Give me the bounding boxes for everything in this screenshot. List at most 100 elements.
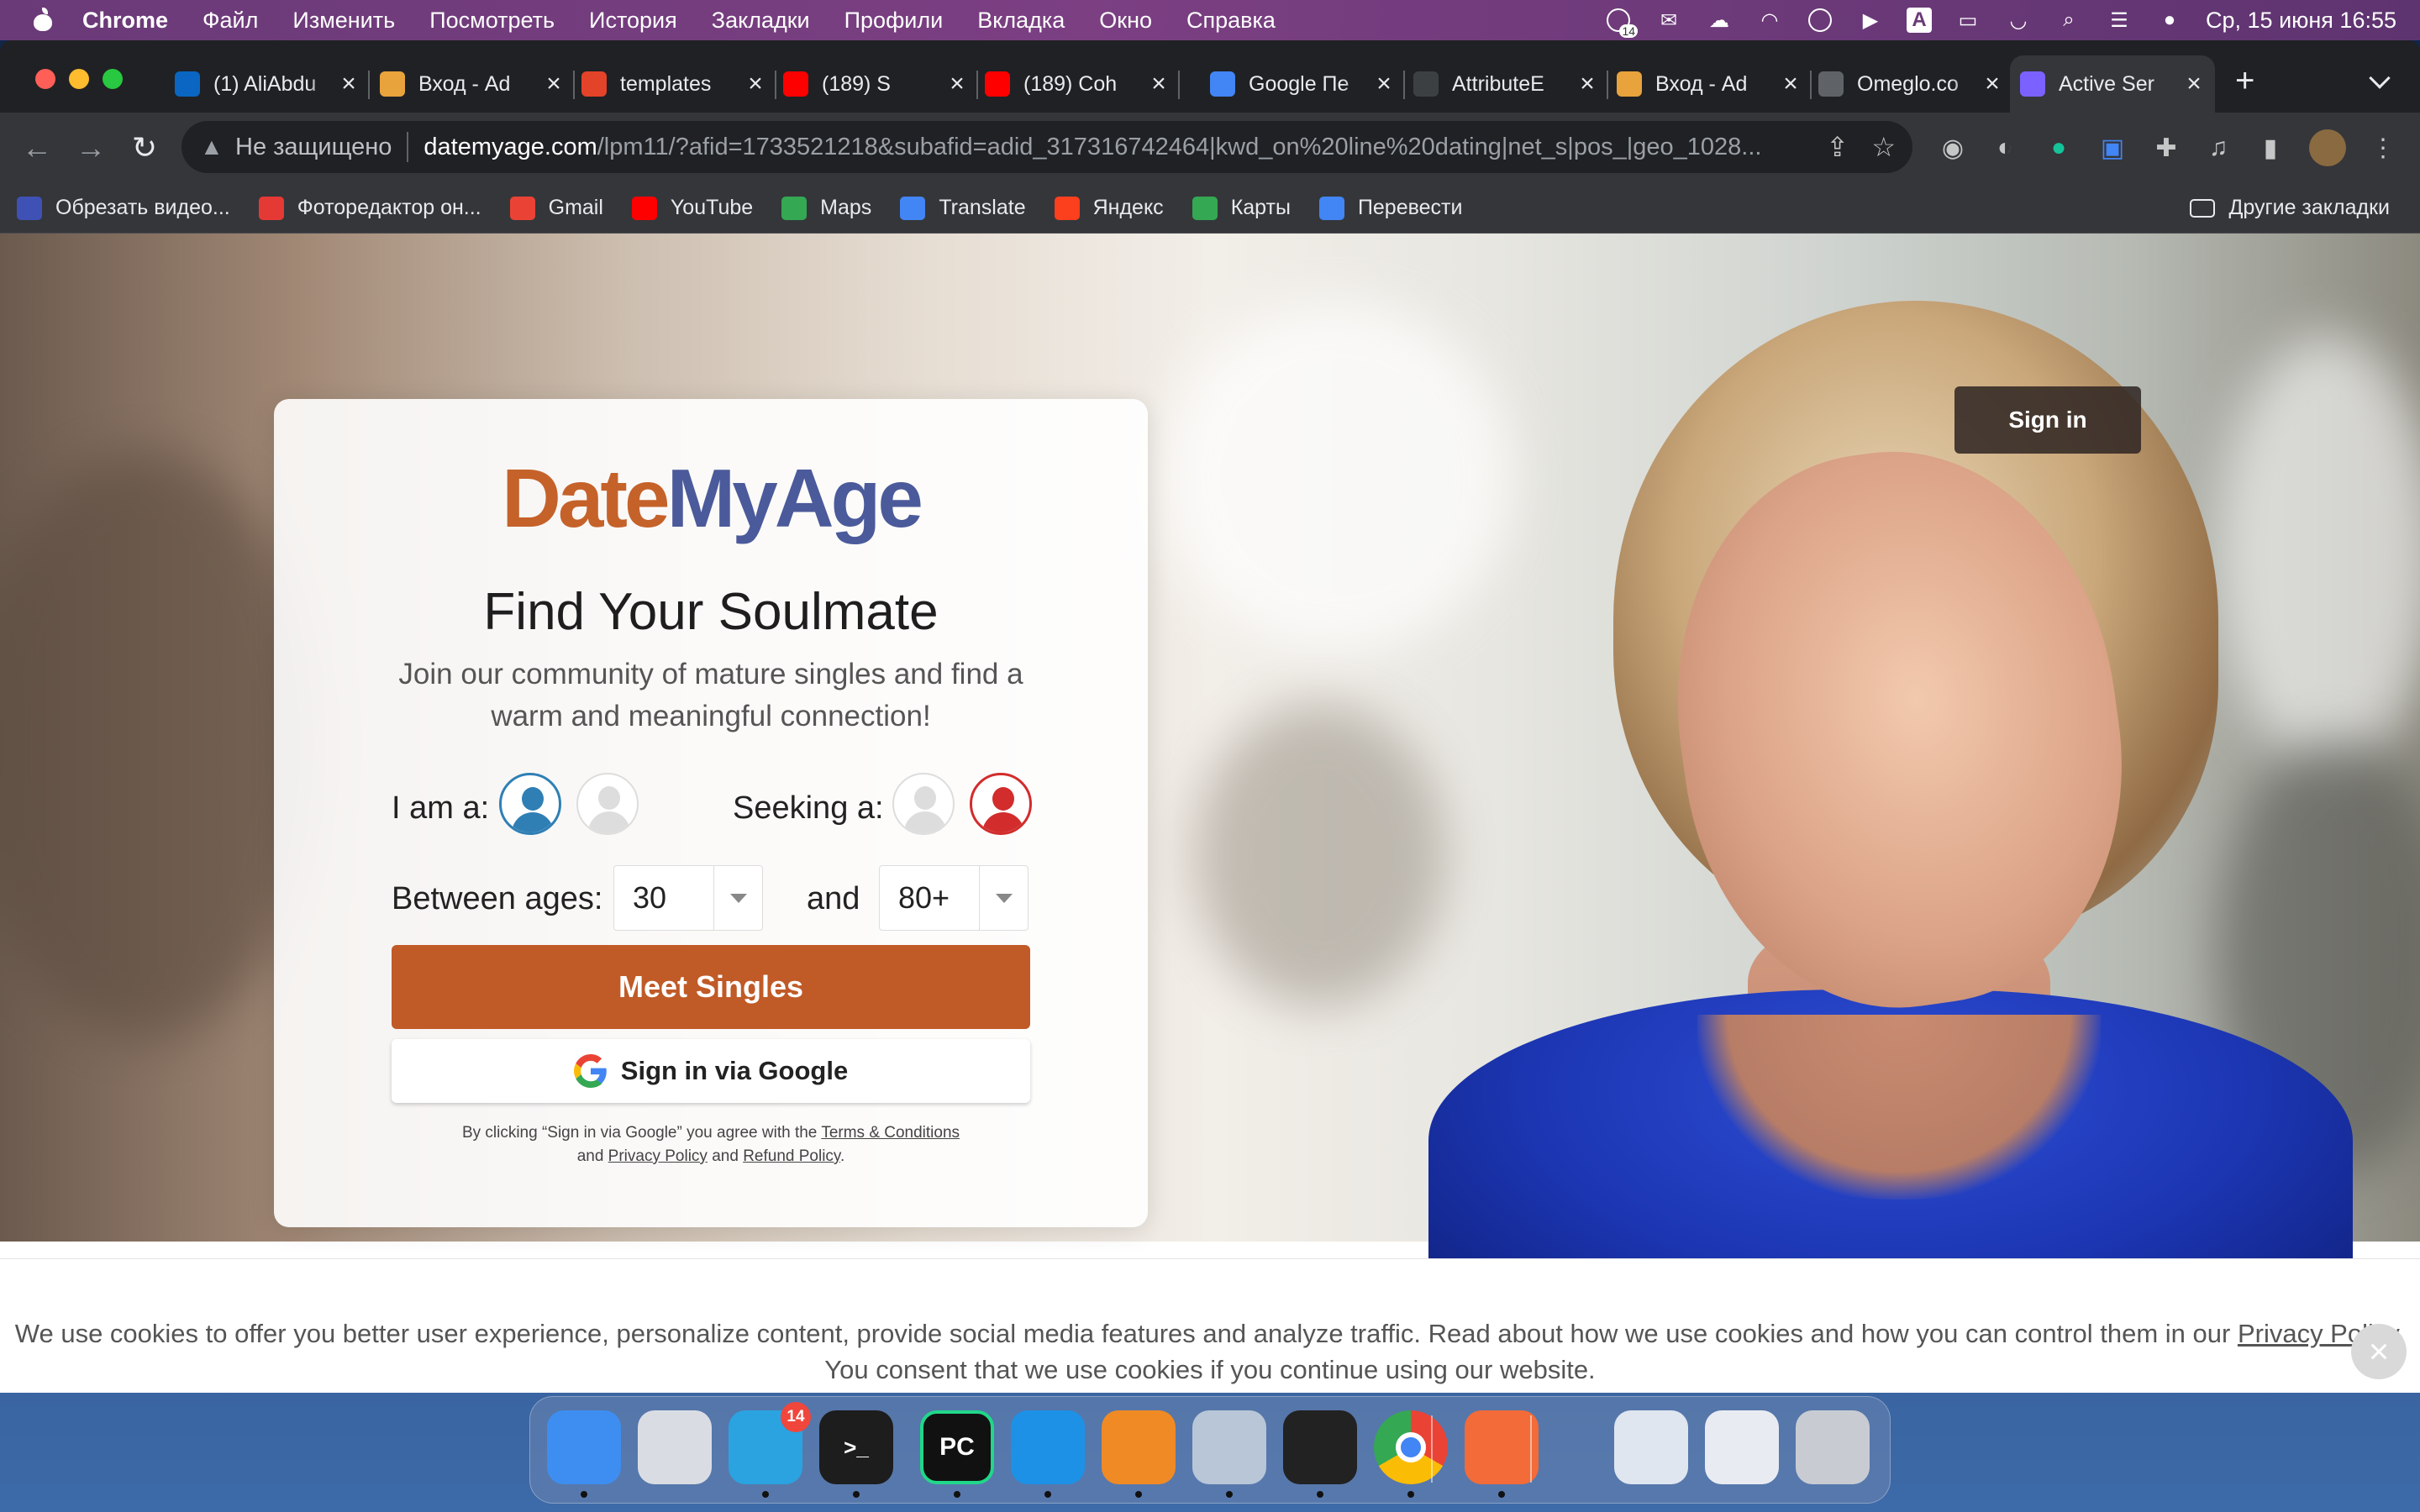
screenshot-window-icon[interactable] bbox=[1614, 1410, 1688, 1484]
tab-4[interactable]: (189) S × bbox=[773, 55, 978, 113]
menu-item-history[interactable]: История bbox=[589, 8, 677, 34]
female-selected-icon[interactable] bbox=[970, 773, 1032, 835]
new-tab-icon[interactable]: + bbox=[2235, 64, 2254, 97]
bookmark-item[interactable]: Яндекс bbox=[1054, 196, 1164, 220]
tab-9[interactable]: Omeglo.co × bbox=[1808, 55, 2013, 113]
tab-3[interactable]: templates × bbox=[571, 55, 776, 113]
siri-icon[interactable]: ● bbox=[2155, 8, 2184, 33]
tab-7[interactable]: AttributeE × bbox=[1403, 55, 1608, 113]
back-icon[interactable]: ← bbox=[13, 124, 60, 171]
vpn-status-icon[interactable] bbox=[1806, 8, 1834, 33]
bookmark-item[interactable]: Обрезать видео... bbox=[17, 196, 230, 220]
female-option-icon[interactable] bbox=[576, 773, 639, 835]
bookmark-item[interactable]: Перевести bbox=[1318, 196, 1462, 220]
close-tab-icon[interactable]: × bbox=[1148, 70, 1170, 98]
play-status-icon[interactable]: ▶ bbox=[1856, 8, 1885, 33]
cookie-close-icon[interactable]: × bbox=[2351, 1324, 2407, 1379]
side-panel-icon[interactable]: ▮ bbox=[2252, 129, 2289, 166]
bookmark-star-icon[interactable]: ☆ bbox=[1871, 133, 1896, 161]
menu-item-help[interactable]: Справка bbox=[1186, 8, 1276, 34]
close-tab-icon[interactable]: × bbox=[2183, 70, 2205, 98]
screenshot-extension-icon[interactable]: ◉ bbox=[1934, 129, 1971, 166]
translate-extension-icon[interactable]: ▣ bbox=[2094, 129, 2131, 166]
keyboard-layout-icon[interactable]: A bbox=[1907, 8, 1933, 33]
bookmark-item[interactable]: Maps bbox=[781, 196, 871, 220]
close-tab-icon[interactable]: × bbox=[338, 70, 360, 98]
security-status[interactable]: Не защищено bbox=[235, 134, 392, 161]
trash-icon[interactable] bbox=[1796, 1410, 1870, 1484]
close-tab-icon[interactable]: × bbox=[1373, 70, 1395, 98]
tab-5[interactable]: (189) Coh × bbox=[975, 55, 1180, 113]
apple-icon[interactable] bbox=[34, 8, 52, 31]
menu-item-tab[interactable]: Вкладка bbox=[977, 8, 1065, 34]
menu-item-profiles[interactable]: Профили bbox=[844, 8, 944, 34]
close-tab-icon[interactable]: × bbox=[1576, 70, 1598, 98]
share-icon[interactable]: ⇪ bbox=[1826, 133, 1849, 161]
pycharm-icon[interactable]: PC bbox=[920, 1410, 994, 1484]
bookmark-item[interactable]: Фоторедактор он... bbox=[258, 196, 481, 220]
minimize-window-icon[interactable] bbox=[69, 69, 89, 89]
menu-app-name[interactable]: Chrome bbox=[82, 8, 168, 34]
control-center-icon[interactable]: ☰ bbox=[2105, 8, 2133, 33]
close-window-icon[interactable] bbox=[35, 69, 55, 89]
menubar-clock[interactable]: Ср, 15 июня 16:55 bbox=[2206, 8, 2396, 34]
refund-link[interactable]: Refund Policy bbox=[743, 1147, 840, 1165]
launchpad-icon[interactable] bbox=[638, 1410, 712, 1484]
privacy-link[interactable]: Privacy Policy bbox=[608, 1147, 708, 1165]
menu-item-view[interactable]: Посмотреть bbox=[429, 8, 555, 34]
spotlight-search-icon[interactable]: ⌕ bbox=[2054, 8, 2083, 33]
close-tab-icon[interactable]: × bbox=[946, 70, 968, 98]
menu-item-window[interactable]: Окно bbox=[1099, 8, 1152, 34]
weather-icon[interactable]: ☁ bbox=[1705, 8, 1733, 33]
battery-icon[interactable]: ▭ bbox=[1954, 8, 1982, 33]
menu-item-edit[interactable]: Изменить bbox=[292, 8, 395, 34]
media-controls-icon[interactable]: ♫ bbox=[2200, 129, 2237, 166]
age-from-select[interactable]: 30 bbox=[613, 865, 763, 931]
meet-singles-button[interactable]: Meet Singles bbox=[392, 945, 1030, 1029]
mail-status-icon[interactable]: ✉ bbox=[1655, 8, 1683, 33]
tab-1[interactable]: (1) AliAbdu × bbox=[165, 55, 370, 113]
age-to-select[interactable]: 80+ bbox=[879, 865, 1028, 931]
tab-10[interactable]: Active Ser × bbox=[2010, 55, 2215, 113]
close-tab-icon[interactable]: × bbox=[543, 70, 565, 98]
close-tab-icon[interactable]: × bbox=[1780, 70, 1802, 98]
headphones-icon[interactable]: ◠ bbox=[1755, 8, 1784, 33]
finder-icon[interactable] bbox=[547, 1410, 621, 1484]
document-window-icon[interactable] bbox=[1705, 1410, 1779, 1484]
close-tab-icon[interactable]: × bbox=[744, 70, 766, 98]
sketch-icon[interactable] bbox=[1465, 1410, 1539, 1484]
extensions-puzzle-icon[interactable]: ✚ bbox=[2148, 129, 2185, 166]
datemyage-logo[interactable]: DateMyAge bbox=[274, 451, 1148, 546]
wifi-icon[interactable]: ◡ bbox=[2004, 8, 2033, 33]
google-signin-button[interactable]: Sign in via Google bbox=[392, 1039, 1030, 1103]
reload-icon[interactable]: ↻ bbox=[121, 124, 168, 171]
activity-monitor-icon[interactable] bbox=[1283, 1410, 1357, 1484]
vpn-icon[interactable] bbox=[1102, 1410, 1176, 1484]
tab-2[interactable]: Вход - Ad × bbox=[370, 55, 575, 113]
postgres-icon[interactable] bbox=[1192, 1410, 1266, 1484]
bookmark-item[interactable]: Translate bbox=[900, 196, 1026, 220]
grammarly-icon[interactable]: ● bbox=[2040, 129, 2077, 166]
tab-8[interactable]: Вход - Ad × bbox=[1607, 55, 1812, 113]
bookmark-item[interactable]: Карты bbox=[1192, 196, 1291, 220]
forward-icon[interactable]: → bbox=[67, 124, 114, 171]
browser-menu-icon[interactable]: ⋮ bbox=[2365, 129, 2402, 166]
chrome-icon[interactable] bbox=[1374, 1410, 1448, 1484]
docker-icon[interactable] bbox=[1011, 1410, 1085, 1484]
other-bookmarks[interactable]: Другие закладки bbox=[2190, 196, 2390, 220]
sign-in-button[interactable]: Sign in bbox=[1954, 386, 2141, 454]
tab-6[interactable]: Google Пе × bbox=[1200, 55, 1405, 113]
male-option-icon[interactable] bbox=[892, 773, 955, 835]
address-bar[interactable]: ▲ Не защищено datemyage.com /lpm11/?afid… bbox=[182, 121, 1912, 173]
bookmark-item[interactable]: YouTube bbox=[631, 196, 753, 220]
male-selected-icon[interactable] bbox=[499, 773, 561, 835]
bookmark-item[interactable]: Gmail bbox=[509, 196, 603, 220]
zoom-window-icon[interactable] bbox=[103, 69, 123, 89]
warning-icon[interactable]: ▲ bbox=[200, 134, 229, 160]
telegram-status-icon[interactable]: 14 bbox=[1604, 8, 1639, 38]
extension-icon[interactable]: ◐ bbox=[1986, 129, 2023, 166]
tab-search-icon[interactable] bbox=[2369, 67, 2391, 89]
menu-item-file[interactable]: Файл bbox=[203, 8, 258, 34]
terms-link[interactable]: Terms & Conditions bbox=[821, 1124, 960, 1142]
menu-item-bookmarks[interactable]: Закладки bbox=[712, 8, 810, 34]
